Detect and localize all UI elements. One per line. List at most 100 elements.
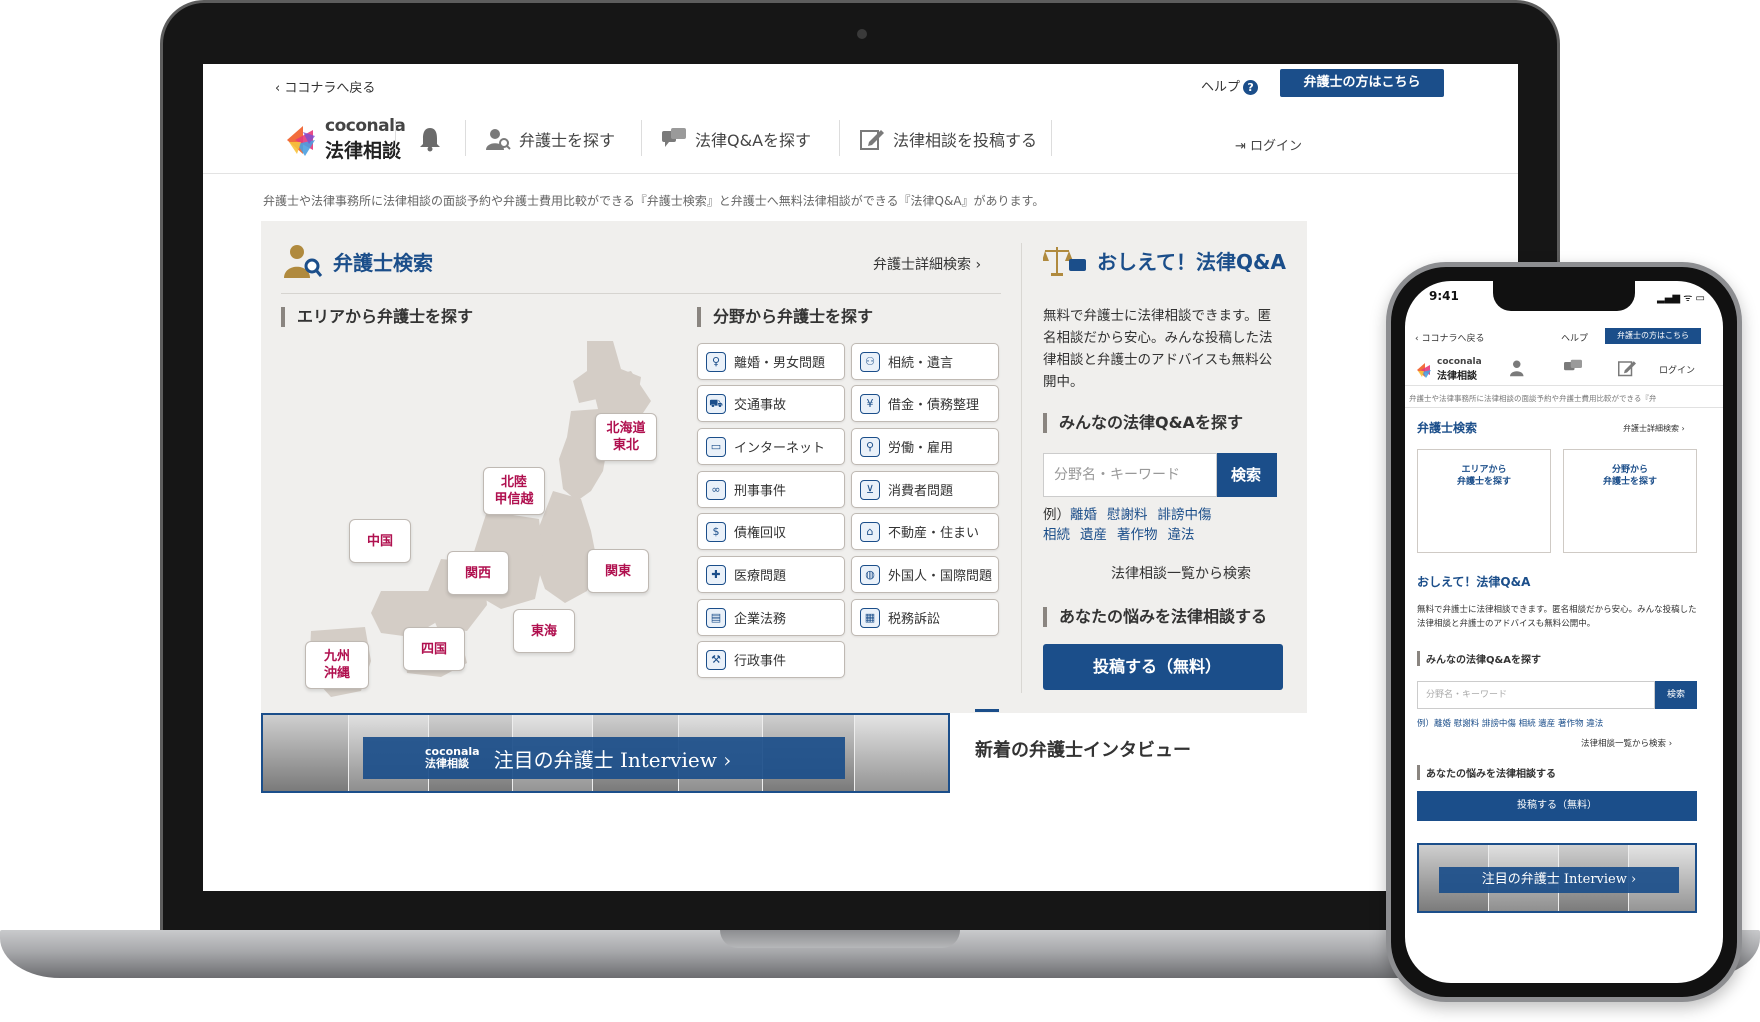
globe-icon: ◍ <box>860 564 880 585</box>
panel-divider <box>1021 243 1022 693</box>
category-label: 相続・遺言 <box>888 356 954 371</box>
section-divider <box>281 293 1001 294</box>
mobile-post-button[interactable]: 投稿する（無料） <box>1417 791 1697 821</box>
qa-search-title: みんなの法律Q&Aを探す <box>1043 413 1243 433</box>
region-tokai[interactable]: 東海 <box>513 609 575 653</box>
category-button[interactable]: ✚ 医療問題 <box>697 556 845 593</box>
lawyer-search-icon[interactable] <box>1509 359 1529 377</box>
scales-chat-icon <box>1043 247 1086 276</box>
lawyer-search-heading: 弁護士検索 <box>283 243 433 279</box>
lawyer-photo <box>263 715 349 791</box>
gavel-icon: ⚒ <box>706 649 726 670</box>
keyword-link[interactable]: 慰謝料 <box>1107 507 1148 523</box>
mobile-area-card[interactable]: エリアから 弁護士を探す <box>1417 449 1551 553</box>
login-link[interactable]: ⇥ ログイン <box>1235 135 1302 154</box>
phone-notch <box>1493 281 1635 311</box>
category-button[interactable]: ⌂ 不動産・住まい <box>851 513 999 550</box>
mobile-detail-link[interactable]: 弁護士詳細検索 › <box>1623 423 1685 434</box>
region-kyushu-okinawa[interactable]: 九州 沖縄 <box>305 641 369 689</box>
category-button[interactable]: ∞ 刑事事件 <box>697 471 845 508</box>
advanced-search-link[interactable]: 弁護士詳細検索 › <box>873 254 981 274</box>
status-time: 9:41 <box>1429 289 1459 303</box>
area-search-title: エリアから弁護士を探す <box>281 307 473 327</box>
nav-find-lawyer[interactable]: 弁護士を探す <box>485 127 615 151</box>
mobile-logo-jp: 法律相談 <box>1437 371 1477 382</box>
computer-icon: ▭ <box>706 436 726 457</box>
nav-divider <box>465 120 466 156</box>
category-button[interactable]: ⚇ 相続・遺言 <box>851 343 999 380</box>
region-chugoku[interactable]: 中国 <box>349 519 411 563</box>
interview-banner[interactable]: coconala 法律相談 注目の弁護士 Interview › <box>261 713 950 793</box>
category-button[interactable]: ▤ 企業法務 <box>697 599 845 636</box>
keyword-link[interactable]: 違法 <box>1168 527 1195 543</box>
login-icon: ⇥ <box>1235 139 1246 154</box>
chat-bubbles-icon[interactable] <box>1563 359 1583 377</box>
document-icon: ▤ <box>706 607 726 628</box>
mobile-help-link[interactable]: ヘルプ <box>1561 331 1588 344</box>
mobile-search-button[interactable]: 検索 <box>1655 681 1697 709</box>
mobile-keyword-examples[interactable]: 例）離婚 慰謝料 誹謗中傷 相続 遺産 著作物 違法 <box>1417 717 1603 729</box>
mobile-screen: 9:41 ▂▄▆ ᯤ ▭ ‹ ココナラへ戻る ヘルプ 弁護士の方はこちら coc… <box>1405 281 1723 983</box>
help-link[interactable]: ヘルプ? <box>1201 76 1259 95</box>
mobile-search-input[interactable]: 分野名・キーワード <box>1417 681 1655 709</box>
mobile-field-card[interactable]: 分野から 弁護士を探す <box>1563 449 1697 553</box>
nav-divider <box>641 120 642 156</box>
category-button[interactable]: ♀ 離婚・男女問題 <box>697 343 845 380</box>
site-tagline: 弁護士や法律事務所に法律相談の面談予約や弁護士費用比較ができる『弁護士検索』と弁… <box>263 194 1045 208</box>
category-button[interactable]: ⚒ 行政事件 <box>697 641 845 678</box>
region-kanto[interactable]: 関東 <box>587 549 649 593</box>
category-button[interactable]: ◍ 外国人・国際問題 <box>851 556 999 593</box>
banner-logo-jp: 法律相談 <box>425 757 469 770</box>
logo-subtitle: 法律相談 <box>325 140 402 162</box>
region-hokuriku-koshinetsu[interactable]: 北陸 甲信越 <box>483 467 545 515</box>
keyword-link[interactable]: 離婚 <box>1070 507 1097 523</box>
nav-post-consult[interactable]: 法律相談を投稿する <box>859 127 1037 151</box>
handcuffs-icon: ∞ <box>706 479 726 500</box>
mobile-lawyer-button[interactable]: 弁護士の方はこちら <box>1605 328 1701 344</box>
keyword-link[interactable]: 遺産 <box>1080 527 1107 543</box>
category-button[interactable]: ▭ インターネット <box>697 428 845 465</box>
category-button[interactable]: $ 債権回収 <box>697 513 845 550</box>
debt-icon: ¥ <box>860 393 880 414</box>
keyword-link[interactable]: 著作物 <box>1117 527 1158 543</box>
chat-bubbles-icon <box>662 128 686 147</box>
category-label: 債権回収 <box>734 526 787 541</box>
qa-search-button[interactable]: 検索 <box>1217 453 1277 497</box>
keyword-link[interactable]: 誹謗中傷 <box>1158 507 1212 523</box>
mobile-back-link[interactable]: ‹ ココナラへ戻る <box>1415 331 1484 344</box>
edit-icon[interactable] <box>1617 359 1637 377</box>
banner-logo: coconala 法律相談 <box>425 746 480 770</box>
lawyer-entry-button[interactable]: 弁護士の方はこちら <box>1280 69 1444 97</box>
keyword-link[interactable]: 相続 <box>1043 527 1070 543</box>
post-section-title: あなたの悩みを法律相談する <box>1043 607 1267 627</box>
consult-list-link[interactable]: 法律相談一覧から検索 <box>1111 563 1251 583</box>
bell-icon[interactable] <box>418 126 442 152</box>
divider <box>1405 407 1723 408</box>
desktop-screen: ‹ ココナラへ戻る ヘルプ? 弁護士の方はこちら coconala 法律相談 弁… <box>203 64 1518 891</box>
qa-title: おしえて！法律Q&A <box>1097 249 1286 274</box>
category-button[interactable]: ⊻ 消費者問題 <box>851 471 999 508</box>
category-button[interactable]: ▦ 税務訴訟 <box>851 599 999 636</box>
site-logo[interactable]: coconala 法律相談 <box>283 114 423 162</box>
mobile-qa-desc: 無料で弁護士に法律相談できます。匿名相談だから安心。みんな投稿した法律相談と弁護… <box>1417 605 1697 629</box>
mobile-list-link[interactable]: 法律相談一覧から検索 › <box>1581 737 1672 749</box>
qa-search-input[interactable]: 分野名・キーワード <box>1043 453 1217 497</box>
phone-frame: 9:41 ▂▄▆ ᯤ ▭ ‹ ココナラへ戻る ヘルプ 弁護士の方はこちら coc… <box>1386 262 1742 1002</box>
laptop-camera <box>857 29 867 39</box>
back-to-coconala-link[interactable]: ‹ ココナラへ戻る <box>275 77 375 96</box>
inheritance-icon: ⚇ <box>860 351 880 372</box>
divider <box>1405 385 1723 386</box>
post-free-button[interactable]: 投稿する（無料） <box>1043 644 1283 690</box>
mobile-interview-banner[interactable]: 注目の弁護士 Interview › <box>1417 843 1697 913</box>
region-shikoku[interactable]: 四国 <box>403 627 465 671</box>
category-button[interactable]: ⛟ 交通事故 <box>697 385 845 422</box>
category-button[interactable]: ¥ 借金・債務整理 <box>851 385 999 422</box>
banner-caption: coconala 法律相談 注目の弁護士 Interview › <box>363 737 845 779</box>
mobile-login-link[interactable]: ログイン <box>1659 363 1695 376</box>
category-label: 借金・債務整理 <box>888 398 980 413</box>
category-button[interactable]: ⚲ 労働・雇用 <box>851 428 999 465</box>
region-hokkaido-tohoku[interactable]: 北海道 東北 <box>595 413 657 461</box>
nav-post-consult-label: 法律相談を投稿する <box>893 131 1038 150</box>
nav-find-qa[interactable]: 法律Q&Aを探す <box>661 127 811 151</box>
region-kansai[interactable]: 関西 <box>447 551 509 595</box>
